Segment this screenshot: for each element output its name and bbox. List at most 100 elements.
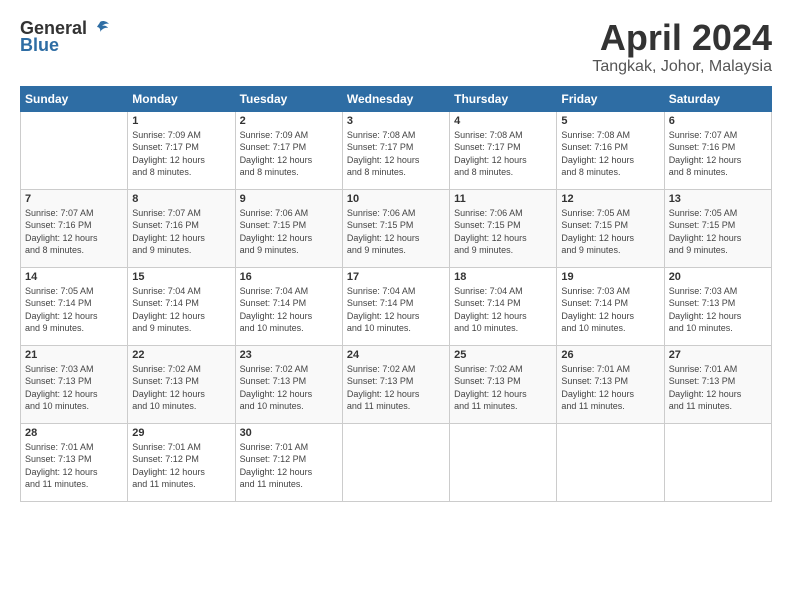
calendar-cell bbox=[21, 111, 128, 189]
day-info: Sunrise: 7:01 AM Sunset: 7:13 PM Dayligh… bbox=[25, 441, 123, 491]
day-info: Sunrise: 7:09 AM Sunset: 7:17 PM Dayligh… bbox=[240, 129, 338, 179]
day-info: Sunrise: 7:01 AM Sunset: 7:13 PM Dayligh… bbox=[669, 363, 767, 413]
calendar-cell: 22Sunrise: 7:02 AM Sunset: 7:13 PM Dayli… bbox=[128, 345, 235, 423]
day-number: 1 bbox=[132, 115, 230, 127]
calendar-cell: 28 Sunrise: 7:01 AM Sunset: 7:13 PM Dayli… bbox=[21, 423, 128, 501]
day-info: Sunrise: 7:04 AM Sunset: 7:14 PM Dayligh… bbox=[240, 285, 338, 335]
calendar-cell bbox=[664, 423, 771, 501]
day-number: 12 bbox=[561, 193, 659, 205]
logo-bird-icon bbox=[89, 20, 111, 38]
calendar-cell: 25 Sunrise: 7:02 AM Sunset: 7:13 PM Dayli… bbox=[450, 345, 557, 423]
week-row-2: 7 Sunrise: 7:07 AM Sunset: 7:16 PM Daylig… bbox=[21, 189, 772, 267]
day-info: Sunrise: 7:03 AM Sunset: 7:13 PM Dayligh… bbox=[669, 285, 767, 335]
week-row-1: 1 Sunrise: 7:09 AM Sunset: 7:17 PM Daylig… bbox=[21, 111, 772, 189]
day-info: Sunrise: 7:08 AM Sunset: 7:17 PM Dayligh… bbox=[454, 129, 552, 179]
calendar-cell: 9 Sunrise: 7:06 AM Sunset: 7:15 PM Daylig… bbox=[235, 189, 342, 267]
calendar-cell: 12 Sunrise: 7:05 AM Sunset: 7:15 PM Dayli… bbox=[557, 189, 664, 267]
calendar-cell: 23 Sunrise: 7:02 AM Sunset: 7:13 PM Dayli… bbox=[235, 345, 342, 423]
calendar-cell: 15 Sunrise: 7:04 AM Sunset: 7:14 PM Dayli… bbox=[128, 267, 235, 345]
day-number: 5 bbox=[561, 115, 659, 127]
day-number: 14 bbox=[25, 271, 123, 283]
calendar-cell: 2 Sunrise: 7:09 AM Sunset: 7:17 PM Daylig… bbox=[235, 111, 342, 189]
day-info: Sunrise: 7:06 AM Sunset: 7:15 PM Dayligh… bbox=[240, 207, 338, 257]
day-header-sunday: Sunday bbox=[21, 86, 128, 111]
calendar-cell: 6 Sunrise: 7:07 AM Sunset: 7:16 PM Daylig… bbox=[664, 111, 771, 189]
day-info: Sunrise: 7:04 AM Sunset: 7:14 PM Dayligh… bbox=[347, 285, 445, 335]
day-number: 4 bbox=[454, 115, 552, 127]
day-header-tuesday: Tuesday bbox=[235, 86, 342, 111]
calendar-cell: 4 Sunrise: 7:08 AM Sunset: 7:17 PM Daylig… bbox=[450, 111, 557, 189]
title-area: April 2024 Tangkak, Johor, Malaysia bbox=[592, 18, 772, 76]
calendar-cell: 18 Sunrise: 7:04 AM Sunset: 7:14 PM Dayli… bbox=[450, 267, 557, 345]
day-number: 29 bbox=[132, 427, 230, 439]
day-number: 13 bbox=[669, 193, 767, 205]
day-info: Sunrise: 7:06 AM Sunset: 7:15 PM Dayligh… bbox=[347, 207, 445, 257]
day-info: Sunrise: 7:04 AM Sunset: 7:14 PM Dayligh… bbox=[132, 285, 230, 335]
day-info: Sunrise: 7:01 AM Sunset: 7:12 PM Dayligh… bbox=[240, 441, 338, 491]
day-info: Sunrise: 7:09 AM Sunset: 7:17 PM Dayligh… bbox=[132, 129, 230, 179]
header-row: SundayMondayTuesdayWednesdayThursdayFrid… bbox=[21, 86, 772, 111]
day-info: Sunrise: 7:05 AM Sunset: 7:14 PM Dayligh… bbox=[25, 285, 123, 335]
day-number: 7 bbox=[25, 193, 123, 205]
day-info: Sunrise: 7:01 AM Sunset: 7:13 PM Dayligh… bbox=[561, 363, 659, 413]
week-row-3: 14 Sunrise: 7:05 AM Sunset: 7:14 PM Dayli… bbox=[21, 267, 772, 345]
calendar-cell: 21 Sunrise: 7:03 AM Sunset: 7:13 PM Dayli… bbox=[21, 345, 128, 423]
day-number: 16 bbox=[240, 271, 338, 283]
day-number: 18 bbox=[454, 271, 552, 283]
calendar-cell: 10 Sunrise: 7:06 AM Sunset: 7:15 PM Dayli… bbox=[342, 189, 449, 267]
day-number: 25 bbox=[454, 349, 552, 361]
day-number: 10 bbox=[347, 193, 445, 205]
calendar-cell: 13 Sunrise: 7:05 AM Sunset: 7:15 PM Dayli… bbox=[664, 189, 771, 267]
day-info: Sunrise: 7:02 AM Sunset: 7:13 PM Dayligh… bbox=[347, 363, 445, 413]
calendar-cell: 8 Sunrise: 7:07 AM Sunset: 7:16 PM Daylig… bbox=[128, 189, 235, 267]
day-number: 2 bbox=[240, 115, 338, 127]
calendar-cell: 17Sunrise: 7:04 AM Sunset: 7:14 PM Dayli… bbox=[342, 267, 449, 345]
calendar-cell: 24Sunrise: 7:02 AM Sunset: 7:13 PM Dayli… bbox=[342, 345, 449, 423]
day-number: 20 bbox=[669, 271, 767, 283]
calendar-cell bbox=[450, 423, 557, 501]
week-row-4: 21 Sunrise: 7:03 AM Sunset: 7:13 PM Dayli… bbox=[21, 345, 772, 423]
day-header-saturday: Saturday bbox=[664, 86, 771, 111]
calendar-cell: 20 Sunrise: 7:03 AM Sunset: 7:13 PM Dayli… bbox=[664, 267, 771, 345]
calendar-cell bbox=[557, 423, 664, 501]
day-info: Sunrise: 7:04 AM Sunset: 7:14 PM Dayligh… bbox=[454, 285, 552, 335]
calendar-cell: 7Sunrise: 7:07 AM Sunset: 7:16 PM Daylig… bbox=[21, 189, 128, 267]
day-number: 27 bbox=[669, 349, 767, 361]
day-number: 30 bbox=[240, 427, 338, 439]
week-row-5: 28 Sunrise: 7:01 AM Sunset: 7:13 PM Dayli… bbox=[21, 423, 772, 501]
calendar-cell: 27 Sunrise: 7:01 AM Sunset: 7:13 PM Dayli… bbox=[664, 345, 771, 423]
day-number: 26 bbox=[561, 349, 659, 361]
calendar-cell: 3Sunrise: 7:08 AM Sunset: 7:17 PM Daylig… bbox=[342, 111, 449, 189]
day-info: Sunrise: 7:05 AM Sunset: 7:15 PM Dayligh… bbox=[561, 207, 659, 257]
day-number: 19 bbox=[561, 271, 659, 283]
day-info: Sunrise: 7:07 AM Sunset: 7:16 PM Dayligh… bbox=[132, 207, 230, 257]
day-number: 22 bbox=[132, 349, 230, 361]
day-number: 21 bbox=[25, 349, 123, 361]
day-info: Sunrise: 7:03 AM Sunset: 7:13 PM Dayligh… bbox=[25, 363, 123, 413]
calendar-cell: 16 Sunrise: 7:04 AM Sunset: 7:14 PM Dayli… bbox=[235, 267, 342, 345]
day-number: 15 bbox=[132, 271, 230, 283]
day-info: Sunrise: 7:08 AM Sunset: 7:16 PM Dayligh… bbox=[561, 129, 659, 179]
location: Tangkak, Johor, Malaysia bbox=[592, 58, 772, 76]
day-number: 8 bbox=[132, 193, 230, 205]
day-number: 6 bbox=[669, 115, 767, 127]
day-number: 23 bbox=[240, 349, 338, 361]
day-info: Sunrise: 7:02 AM Sunset: 7:13 PM Dayligh… bbox=[454, 363, 552, 413]
day-info: Sunrise: 7:07 AM Sunset: 7:16 PM Dayligh… bbox=[669, 129, 767, 179]
calendar-cell bbox=[342, 423, 449, 501]
day-info: Sunrise: 7:05 AM Sunset: 7:15 PM Dayligh… bbox=[669, 207, 767, 257]
day-info: Sunrise: 7:02 AM Sunset: 7:13 PM Dayligh… bbox=[240, 363, 338, 413]
day-number: 11 bbox=[454, 193, 552, 205]
day-number: 9 bbox=[240, 193, 338, 205]
calendar-cell: 30 Sunrise: 7:01 AM Sunset: 7:12 PM Dayli… bbox=[235, 423, 342, 501]
day-header-monday: Monday bbox=[128, 86, 235, 111]
day-number: 28 bbox=[25, 427, 123, 439]
calendar-cell: 14 Sunrise: 7:05 AM Sunset: 7:14 PM Dayli… bbox=[21, 267, 128, 345]
day-header-wednesday: Wednesday bbox=[342, 86, 449, 111]
calendar-cell: 1 Sunrise: 7:09 AM Sunset: 7:17 PM Daylig… bbox=[128, 111, 235, 189]
page: General Blue April 2024 Tangkak, Johor, … bbox=[0, 0, 792, 512]
day-info: Sunrise: 7:03 AM Sunset: 7:14 PM Dayligh… bbox=[561, 285, 659, 335]
calendar-cell: 5 Sunrise: 7:08 AM Sunset: 7:16 PM Daylig… bbox=[557, 111, 664, 189]
calendar-table: SundayMondayTuesdayWednesdayThursdayFrid… bbox=[20, 86, 772, 502]
month-title: April 2024 bbox=[592, 18, 772, 58]
